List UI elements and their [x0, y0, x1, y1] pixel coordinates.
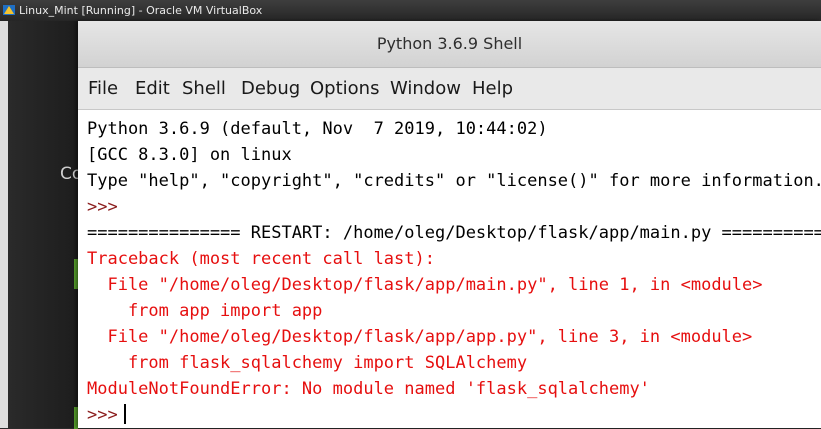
- shell-input-line[interactable]: >>>: [87, 402, 126, 428]
- idle-window-title: Python 3.6.9 Shell: [376, 34, 523, 53]
- menu-debug[interactable]: Debug: [241, 68, 300, 109]
- menu-shell[interactable]: Shell: [182, 68, 226, 109]
- banner-help-line: Type "help", "copyright", "credits" or "…: [87, 171, 821, 191]
- shell-text-area[interactable]: Python 3.6.9 (default, Nov 7 2019, 10:44…: [78, 110, 821, 428]
- menu-edit[interactable]: Edit: [135, 68, 170, 109]
- guest-desktop: Co: [0, 21, 82, 429]
- banner-version-line: Python 3.6.9 (default, Nov 7 2019, 10:44…: [87, 119, 548, 139]
- host-window-edge: [0, 21, 8, 428]
- banner-compiler-line: [GCC 8.3.0] on linux: [87, 145, 292, 165]
- idle-titlebar[interactable]: Python 3.6.9 Shell: [78, 21, 821, 68]
- traceback-code-line: from app import app: [87, 301, 323, 321]
- virtualbox-titlebar[interactable]: Linux_Mint [Running] - Oracle VM Virtual…: [0, 0, 821, 21]
- traceback-code-line: from flask_sqlalchemy import SQLAlchemy: [87, 353, 528, 373]
- virtualbox-icon: [3, 5, 15, 15]
- shell-prompt: >>>: [87, 197, 118, 217]
- traceback-header: Traceback (most recent call last):: [87, 249, 435, 269]
- desktop-background: [8, 21, 78, 428]
- menu-bar: File Edit Shell Debug Options Window Hel…: [78, 68, 821, 110]
- shell-prompt: >>>: [87, 405, 118, 425]
- virtualbox-window-title: Linux_Mint [Running] - Oracle VM Virtual…: [19, 4, 263, 17]
- menu-options[interactable]: Options: [310, 68, 379, 109]
- menu-help[interactable]: Help: [472, 68, 513, 109]
- menu-file[interactable]: File: [88, 68, 118, 109]
- traceback-file-line: File "/home/oleg/Desktop/flask/app/main.…: [87, 275, 763, 295]
- error-message: ModuleNotFoundError: No module named 'fl…: [87, 379, 650, 399]
- menu-window[interactable]: Window: [390, 68, 461, 109]
- idle-shell-window: Python 3.6.9 Shell File Edit Shell Debug…: [78, 21, 821, 428]
- traceback-file-line: File "/home/oleg/Desktop/flask/app/app.p…: [87, 327, 753, 347]
- restart-line: =============== RESTART: /home/oleg/Desk…: [87, 223, 821, 243]
- text-cursor: [123, 404, 126, 424]
